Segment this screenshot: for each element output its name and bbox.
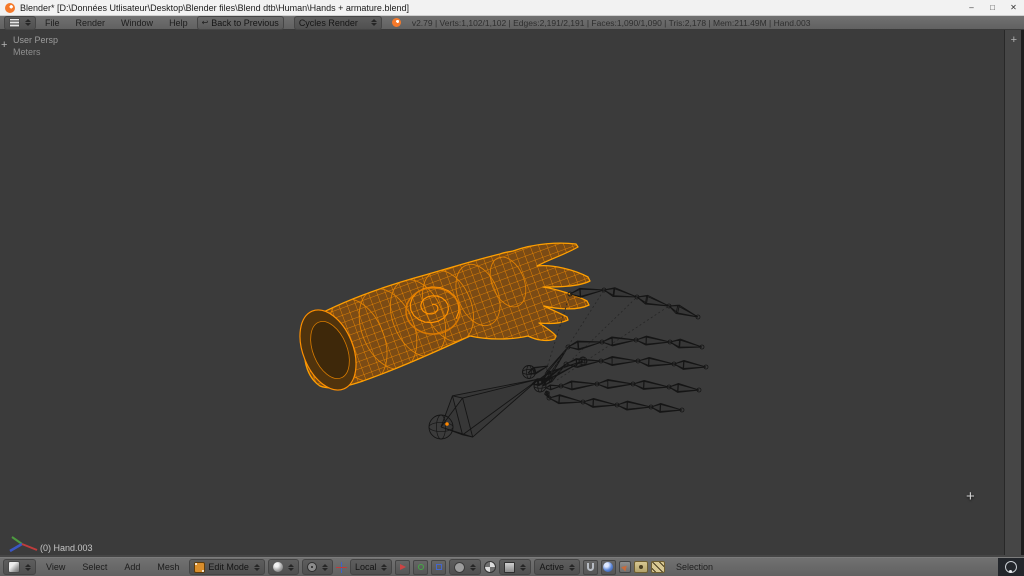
menu-help[interactable]: Help — [162, 18, 195, 28]
mode-value: Edit Mode — [208, 562, 249, 572]
back-to-previous-label: Back to Previous — [211, 18, 279, 28]
scene-stats: v2.79 | Verts:1,102/1,102 | Edges:2,191/… — [412, 18, 811, 28]
window-controls: – □ ✕ — [961, 0, 1024, 16]
back-arrow-icon: ↩ — [202, 19, 209, 27]
close-button[interactable]: ✕ — [1003, 0, 1024, 16]
proportional-edit-select[interactable] — [449, 559, 481, 575]
chevron-updown-icon — [288, 564, 294, 571]
window-title: Blender* [D:\Données Utlisateur\Desktop\… — [20, 3, 409, 13]
opengl-render-icon[interactable] — [634, 561, 648, 573]
rotate-arc-icon — [418, 564, 424, 570]
maximize-button[interactable]: □ — [982, 0, 1003, 16]
viewport-shading-select[interactable] — [268, 559, 299, 575]
manipulator-axis-icon[interactable] — [336, 562, 347, 573]
minimize-button[interactable]: – — [961, 0, 982, 16]
chevron-updown-icon — [520, 564, 526, 571]
chevron-updown-icon — [254, 564, 260, 571]
translate-arrow-icon — [400, 564, 406, 570]
menu-mesh[interactable]: Mesh — [150, 562, 186, 572]
pivot-point-select[interactable] — [302, 559, 333, 575]
back-to-previous-button[interactable]: ↩ Back to Previous — [197, 16, 284, 30]
scale-box-icon — [436, 564, 442, 570]
blender-version-icon — [392, 18, 401, 27]
chevron-updown-icon — [470, 564, 476, 571]
snap-target-value: Active — [539, 562, 564, 572]
chevron-updown-icon — [25, 19, 31, 26]
menu-add[interactable]: Add — [117, 562, 147, 572]
hand-mesh — [289, 225, 605, 405]
record-indicator-icon — [1005, 561, 1017, 573]
blender-logo-icon — [5, 3, 15, 13]
menu-file[interactable]: File — [38, 18, 67, 28]
snap-self-toggle[interactable] — [601, 560, 616, 575]
falloff-sphere-icon[interactable] — [484, 561, 496, 573]
right-edge-strip — [1005, 30, 1021, 557]
viewport-3d[interactable]: User Persp Meters + + (0) Hand.003 + — [0, 30, 1024, 557]
view3d-header: View Select Add Mesh Edit Mode Local — [0, 557, 1024, 576]
snap-toggle[interactable] — [583, 560, 598, 575]
title-bar: Blender* [D:\Données Utlisateur\Desktop\… — [0, 0, 1024, 16]
menu-select[interactable]: Select — [75, 562, 114, 572]
shading-sphere-icon — [273, 562, 283, 572]
info-editor-icon — [9, 18, 20, 28]
chevron-updown-icon — [569, 564, 575, 571]
snap-element-select[interactable] — [499, 559, 531, 575]
edit-mode-icon — [194, 562, 205, 573]
view-name-label: User Persp — [13, 35, 58, 45]
transform-orientation-select[interactable]: Local — [350, 559, 393, 575]
units-label: Meters — [13, 47, 41, 57]
menu-view[interactable]: View — [39, 562, 72, 572]
manipulator-rotate-toggle[interactable] — [413, 560, 428, 575]
axis-gizmo-icon — [5, 534, 41, 554]
editor-type-select-info[interactable] — [4, 16, 36, 30]
editor-type-select-3dview[interactable] — [3, 559, 36, 575]
viewport-scene — [0, 30, 1024, 557]
snap-element-icon — [504, 562, 515, 573]
menu-window[interactable]: Window — [114, 18, 160, 28]
menu-render[interactable]: Render — [69, 18, 113, 28]
mode-select[interactable]: Edit Mode — [189, 559, 265, 575]
opengl-render-animation-icon[interactable] — [651, 561, 665, 573]
chevron-updown-icon — [381, 564, 387, 571]
snap-peel-icon[interactable] — [619, 561, 631, 573]
mouse-cursor: + — [966, 488, 975, 505]
orientation-value: Local — [355, 562, 377, 572]
chevron-updown-icon — [25, 564, 31, 571]
corner-overlay — [998, 558, 1024, 576]
selection-label: Selection — [676, 562, 713, 572]
render-engine-value: Cycles Render — [299, 18, 358, 28]
properties-expand-icon[interactable]: + — [1011, 35, 1017, 45]
snap-self-icon — [603, 562, 613, 572]
magnet-icon — [587, 563, 594, 571]
chevron-updown-icon — [371, 19, 377, 26]
object-info-label: (0) Hand.003 — [40, 543, 93, 553]
toolshelf-expand-icon[interactable]: + — [1, 40, 7, 50]
pivot-point-icon — [307, 562, 317, 572]
info-header: File Render Window Help ↩ Back to Previo… — [0, 16, 1024, 30]
manipulator-scale-toggle[interactable] — [431, 560, 446, 575]
chevron-updown-icon — [322, 564, 328, 571]
proportional-edit-icon — [454, 562, 465, 573]
view3d-editor-icon — [8, 561, 20, 573]
manipulator-translate-toggle[interactable] — [395, 560, 410, 575]
render-engine-select[interactable]: Cycles Render — [294, 16, 382, 30]
snap-target-select[interactable]: Active — [534, 559, 580, 575]
blender-window: Blender* [D:\Données Utlisateur\Desktop\… — [0, 0, 1024, 576]
